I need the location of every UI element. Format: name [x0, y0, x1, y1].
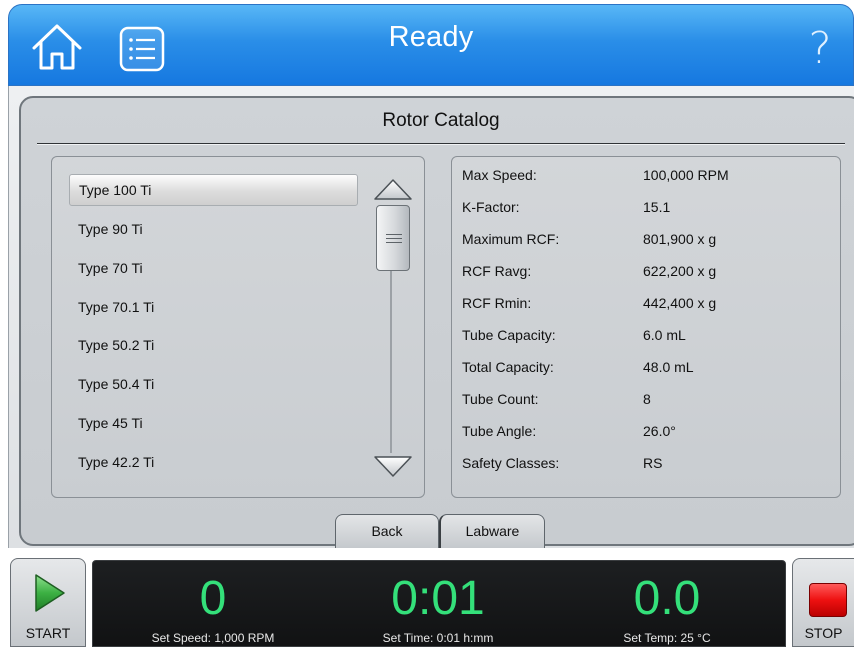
detail-label: Tube Capacity: — [462, 327, 556, 343]
rotor-list[interactable]: Type 100 Ti Type 90 Ti Type 70 Ti Type 7… — [51, 156, 425, 498]
set-temp-label: Set Temp: 25 °C — [623, 631, 711, 645]
help-button[interactable]: ? — [805, 19, 835, 79]
labware-button[interactable]: Labware — [439, 514, 545, 548]
detail-label: Tube Count: — [462, 391, 539, 407]
scroll-down-arrow-icon[interactable] — [373, 453, 413, 479]
detail-value: 26.0° — [643, 423, 676, 439]
detail-label: RCF Ravg: — [462, 263, 532, 279]
detail-value: 801,900 x g — [643, 231, 717, 247]
start-label: START — [25, 625, 71, 641]
speed-value: 0 — [199, 572, 227, 625]
set-speed-label: Set Speed: 1,000 RPM — [151, 631, 275, 645]
detail-value: 100,000 RPM — [643, 167, 729, 183]
stop-label: STOP — [804, 625, 843, 641]
detail-row: K-Factor: 15.1 — [452, 199, 840, 219]
rotor-list-item[interactable]: Type 70.1 Ti — [69, 291, 358, 323]
detail-value: 442,400 x g — [643, 295, 717, 311]
rotor-list-item[interactable]: Type 45 Ti — [69, 407, 358, 439]
temp-value: 0.0 — [633, 572, 701, 625]
rotor-details-panel: Max Speed: 100,000 RPM K-Factor: 15.1 Ma… — [451, 156, 841, 498]
detail-row: Total Capacity: 48.0 mL — [452, 359, 840, 379]
time-readout: 0:01 Set Time: 0:01 h:mm — [348, 561, 528, 645]
help-icon: ? — [808, 23, 832, 74]
rotor-list-item[interactable]: Type 50.4 Ti — [69, 368, 358, 400]
rotor-list-item[interactable]: Type 42.2 Ti — [69, 446, 358, 478]
detail-label: Safety Classes: — [462, 455, 560, 471]
title-divider — [37, 143, 845, 145]
detail-label: RCF Rmin: — [462, 295, 532, 311]
rotor-list-item[interactable]: Type 70 Ti — [69, 252, 358, 284]
scrollbar-thumb[interactable] — [376, 205, 410, 271]
detail-label: Max Speed: — [462, 167, 537, 183]
play-icon — [35, 574, 65, 612]
rotor-catalog-panel: Rotor Catalog Type 100 Ti Type 90 Ti Typ… — [19, 96, 854, 548]
detail-label: Maximum RCF: — [462, 231, 560, 247]
temp-readout: 0.0 Set Temp: 25 °C — [577, 561, 757, 645]
run-control-bar: START 0 Set Speed: 1,000 RPM 0:01 Set Ti… — [0, 548, 854, 647]
scroll-up-arrow-icon[interactable] — [373, 177, 413, 203]
detail-row: Maximum RCF: 801,900 x g — [452, 231, 840, 251]
detail-row: Tube Angle: 26.0° — [452, 423, 840, 443]
run-status-display: 0 Set Speed: 1,000 RPM 0:01 Set Time: 0:… — [92, 560, 786, 647]
detail-value: 48.0 mL — [643, 359, 694, 375]
rotor-list-item[interactable]: Type 100 Ti — [69, 174, 358, 206]
stop-button[interactable]: STOP — [792, 558, 854, 647]
detail-value: 6.0 mL — [643, 327, 686, 343]
detail-row: Safety Classes: RS — [452, 455, 840, 475]
set-time-label: Set Time: 0:01 h:mm — [382, 631, 494, 645]
rotor-list-item[interactable]: Type 90 Ti — [69, 213, 358, 245]
header-bar: Ready ? — [8, 4, 854, 86]
detail-row: Max Speed: 100,000 RPM — [452, 167, 840, 187]
detail-row: RCF Rmin: 442,400 x g — [452, 295, 840, 315]
detail-label: Total Capacity: — [462, 359, 554, 375]
detail-value: 8 — [643, 391, 651, 407]
detail-row: RCF Ravg: 622,200 x g — [452, 263, 840, 283]
rotor-list-item[interactable]: Type 50.2 Ti — [69, 329, 358, 361]
start-button[interactable]: START — [10, 558, 86, 647]
detail-row: Tube Capacity: 6.0 mL — [452, 327, 840, 347]
detail-value: RS — [643, 455, 663, 471]
detail-value: 622,200 x g — [643, 263, 717, 279]
detail-label: K-Factor: — [462, 199, 520, 215]
detail-value: 15.1 — [643, 199, 671, 215]
stop-icon — [809, 583, 847, 617]
detail-row: Tube Count: 8 — [452, 391, 840, 411]
main-panel: Rotor Catalog Type 100 Ti Type 90 Ti Typ… — [8, 86, 854, 548]
page-title: Rotor Catalog — [382, 110, 500, 131]
time-value: 0:01 — [391, 572, 485, 625]
back-button[interactable]: Back — [335, 514, 439, 548]
speed-readout: 0 Set Speed: 1,000 RPM — [123, 561, 303, 645]
status-title: Ready — [388, 21, 474, 53]
detail-label: Tube Angle: — [462, 423, 537, 439]
